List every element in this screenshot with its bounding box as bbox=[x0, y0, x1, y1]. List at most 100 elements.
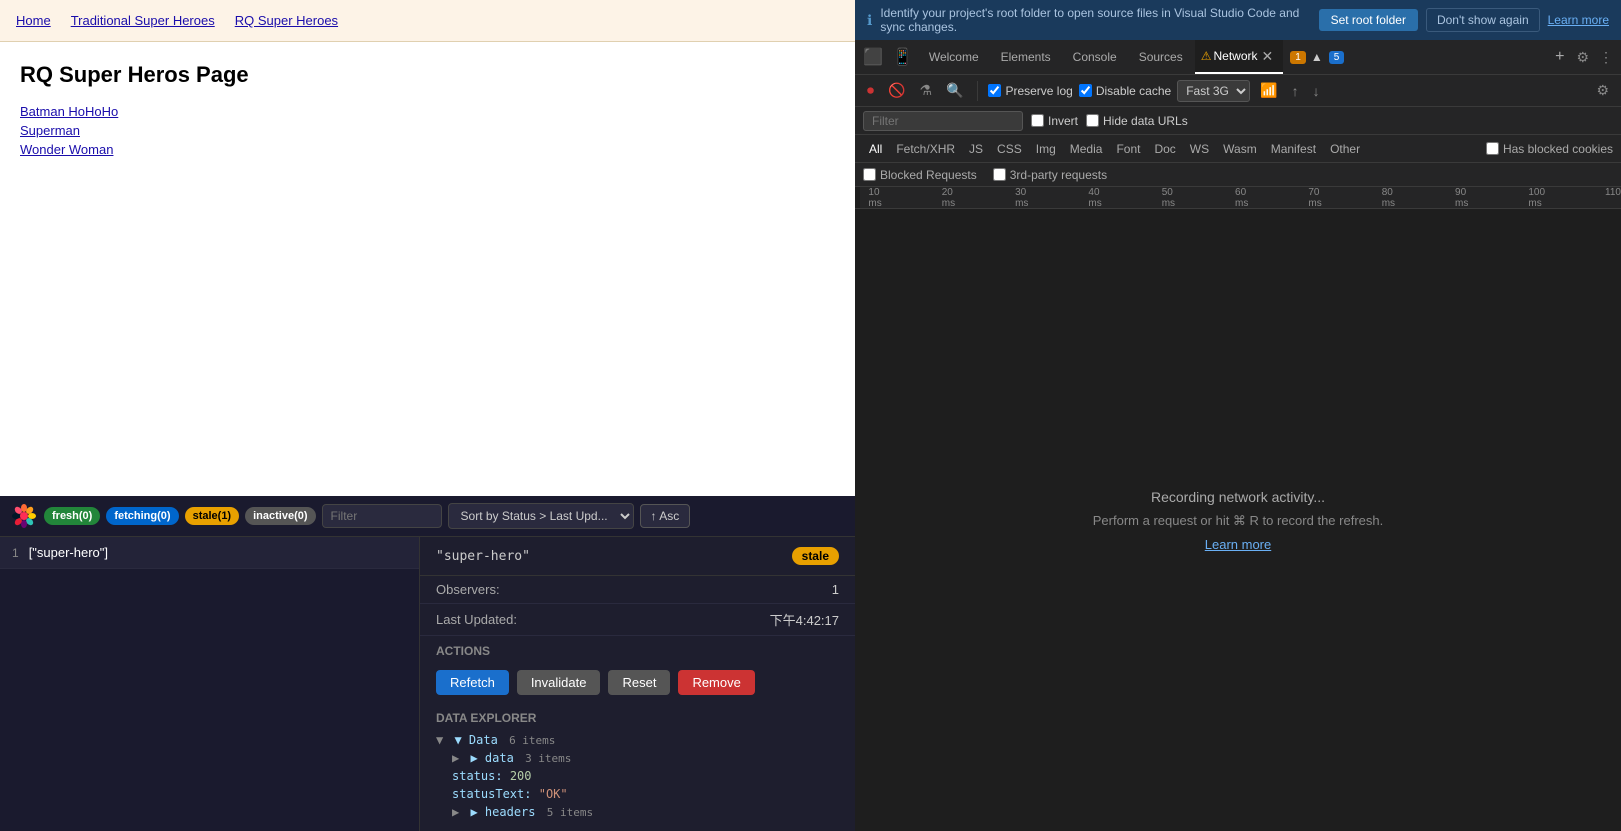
data-root-arrow[interactable]: ▼ bbox=[436, 733, 443, 747]
badge-inactive[interactable]: inactive(0) bbox=[245, 507, 315, 525]
warning-badge-label: ▲ bbox=[1311, 50, 1323, 64]
timeline-labels: 10 ms 20 ms 30 ms 40 ms 50 ms 60 ms 70 m… bbox=[868, 187, 1621, 209]
hero-link-wonder-woman[interactable]: Wonder Woman bbox=[20, 142, 835, 157]
disable-cache-label: Disable cache bbox=[1096, 84, 1171, 98]
rq-query-item[interactable]: 1 ["super-hero"] bbox=[0, 537, 419, 569]
rq-asc-button[interactable]: ↑ Asc bbox=[640, 504, 691, 528]
type-tab-media[interactable]: Media bbox=[1064, 140, 1109, 158]
wifi-icon[interactable]: 📶 bbox=[1256, 80, 1281, 101]
hide-data-urls-label: Hide data URLs bbox=[1103, 114, 1188, 128]
status-text-key: statusText: bbox=[452, 787, 531, 801]
type-tab-fetch-xhr[interactable]: Fetch/XHR bbox=[890, 140, 961, 158]
mark-80ms: 80 ms bbox=[1382, 187, 1395, 209]
type-tab-ws[interactable]: WS bbox=[1184, 140, 1215, 158]
hero-link-superman[interactable]: Superman bbox=[20, 123, 835, 138]
tab-network-close[interactable]: ✕ bbox=[1258, 48, 1278, 65]
remove-button[interactable]: Remove bbox=[678, 670, 754, 695]
query-key: ["super-hero"] bbox=[29, 545, 108, 560]
preserve-log-checkbox-label[interactable]: Preserve log bbox=[988, 84, 1072, 98]
disable-cache-checkbox-label[interactable]: Disable cache bbox=[1079, 84, 1171, 98]
rq-details-header: "super-hero" stale bbox=[420, 537, 855, 576]
hide-data-urls-checkbox-label[interactable]: Hide data URLs bbox=[1086, 114, 1188, 128]
actions-section-title: Actions bbox=[420, 636, 855, 662]
devtools-icon-btn-2[interactable]: 📱 bbox=[889, 45, 917, 69]
clear-button[interactable]: 🚫 bbox=[884, 80, 909, 101]
settings-icon[interactable]: ⚙ bbox=[1592, 80, 1613, 101]
type-tab-wasm[interactable]: Wasm bbox=[1217, 140, 1263, 158]
rq-observers-row: Observers: 1 bbox=[420, 576, 855, 604]
blocked-requests-label[interactable]: Blocked Requests bbox=[863, 168, 977, 182]
invert-label: Invert bbox=[1048, 114, 1078, 128]
network-speed-select[interactable]: Fast 3G bbox=[1177, 80, 1250, 102]
badge-fetching[interactable]: fetching(0) bbox=[106, 507, 178, 525]
dock-icon[interactable]: ⚙ bbox=[1572, 47, 1593, 68]
hide-data-urls-checkbox[interactable] bbox=[1086, 114, 1099, 127]
third-party-text: 3rd-party requests bbox=[1010, 168, 1107, 182]
more-options-icon[interactable]: ⋮ bbox=[1595, 47, 1617, 68]
disable-cache-checkbox[interactable] bbox=[1079, 84, 1092, 97]
type-tab-img[interactable]: Img bbox=[1030, 140, 1062, 158]
nav-link-rq[interactable]: RQ Super Heroes bbox=[235, 13, 338, 28]
third-party-checkbox[interactable] bbox=[993, 168, 1006, 181]
third-party-label[interactable]: 3rd-party requests bbox=[993, 168, 1107, 182]
mark-70ms: 70 ms bbox=[1308, 187, 1321, 209]
tab-elements[interactable]: Elements bbox=[991, 40, 1061, 74]
network-filter-input[interactable] bbox=[863, 111, 1023, 131]
tab-console[interactable]: Console bbox=[1063, 40, 1127, 74]
devtools-icon-btn-1[interactable]: ⬛ bbox=[859, 45, 887, 69]
search-button[interactable]: 🔍 bbox=[942, 80, 967, 101]
recording-learn-more-link[interactable]: Learn more bbox=[1205, 537, 1271, 552]
observers-val: 1 bbox=[832, 582, 839, 597]
reset-button[interactable]: Reset bbox=[608, 670, 670, 695]
info-icon: ℹ bbox=[867, 12, 872, 29]
badge-fresh[interactable]: fresh(0) bbox=[44, 507, 100, 525]
data-sub-arrow[interactable]: ▶ bbox=[452, 751, 459, 765]
tab-network[interactable]: ⚠ Network ✕ bbox=[1195, 40, 1284, 74]
type-tab-other[interactable]: Other bbox=[1324, 140, 1366, 158]
mark-20ms: 20 ms bbox=[942, 187, 955, 209]
invalidate-button[interactable]: Invalidate bbox=[517, 670, 601, 695]
mark-90ms: 90 ms bbox=[1455, 187, 1468, 209]
nav-bar: Home Traditional Super Heroes RQ Super H… bbox=[0, 0, 855, 42]
badge-stale[interactable]: stale(1) bbox=[185, 507, 240, 525]
rq-devtools-panel: fresh(0) fetching(0) stale(1) inactive(0… bbox=[0, 496, 855, 831]
query-num: 1 bbox=[12, 546, 19, 560]
add-tab-button[interactable]: + bbox=[1549, 48, 1570, 66]
nav-link-traditional[interactable]: Traditional Super Heroes bbox=[71, 13, 215, 28]
rq-filter-input[interactable] bbox=[322, 504, 442, 528]
dont-show-again-button[interactable]: Don't show again bbox=[1426, 8, 1540, 32]
record-button[interactable]: ⏺ bbox=[863, 80, 878, 101]
blocked-requests-checkbox[interactable] bbox=[863, 168, 876, 181]
type-tab-css[interactable]: CSS bbox=[991, 140, 1028, 158]
set-root-folder-button[interactable]: Set root folder bbox=[1319, 9, 1418, 31]
preserve-log-checkbox[interactable] bbox=[988, 84, 1001, 97]
rq-main: 1 ["super-hero"] "super-hero" stale Obse… bbox=[0, 537, 855, 831]
rq-details-key: "super-hero" bbox=[436, 549, 530, 564]
type-tab-all[interactable]: All bbox=[863, 140, 888, 158]
tab-welcome[interactable]: Welcome bbox=[919, 40, 989, 74]
status-text-line: statusText: "OK" bbox=[436, 785, 839, 803]
info-learn-more-link[interactable]: Learn more bbox=[1548, 13, 1609, 27]
blocked-requests-text: Blocked Requests bbox=[880, 168, 977, 182]
filter-icon-button[interactable]: ⚗ bbox=[915, 80, 936, 101]
invert-checkbox[interactable] bbox=[1031, 114, 1044, 127]
tab-sources[interactable]: Sources bbox=[1129, 40, 1193, 74]
type-tab-js[interactable]: JS bbox=[963, 140, 989, 158]
refetch-button[interactable]: Refetch bbox=[436, 670, 509, 695]
download-icon[interactable]: ↓ bbox=[1309, 81, 1324, 101]
tab-network-label: Network bbox=[1214, 49, 1258, 63]
rq-sort-select[interactable]: Sort by Status > Last Upd... bbox=[448, 503, 634, 529]
devtools-filter-bar: Invert Hide data URLs bbox=[855, 107, 1621, 135]
has-blocked-checkbox[interactable] bbox=[1486, 142, 1499, 155]
headers-key: ▶ headers bbox=[470, 805, 535, 819]
type-tab-manifest[interactable]: Manifest bbox=[1265, 140, 1322, 158]
nav-link-home[interactable]: Home bbox=[16, 13, 51, 28]
hero-link-batman[interactable]: Batman HoHoHo bbox=[20, 104, 835, 119]
upload-icon[interactable]: ↑ bbox=[1288, 81, 1303, 101]
type-tab-font[interactable]: Font bbox=[1110, 140, 1146, 158]
invert-checkbox-label[interactable]: Invert bbox=[1031, 114, 1078, 128]
recording-text: Recording network activity... bbox=[1151, 489, 1325, 505]
type-tab-doc[interactable]: Doc bbox=[1148, 140, 1181, 158]
headers-arrow[interactable]: ▶ bbox=[452, 805, 459, 819]
has-blocked-cookies: Has blocked cookies bbox=[1486, 142, 1613, 156]
